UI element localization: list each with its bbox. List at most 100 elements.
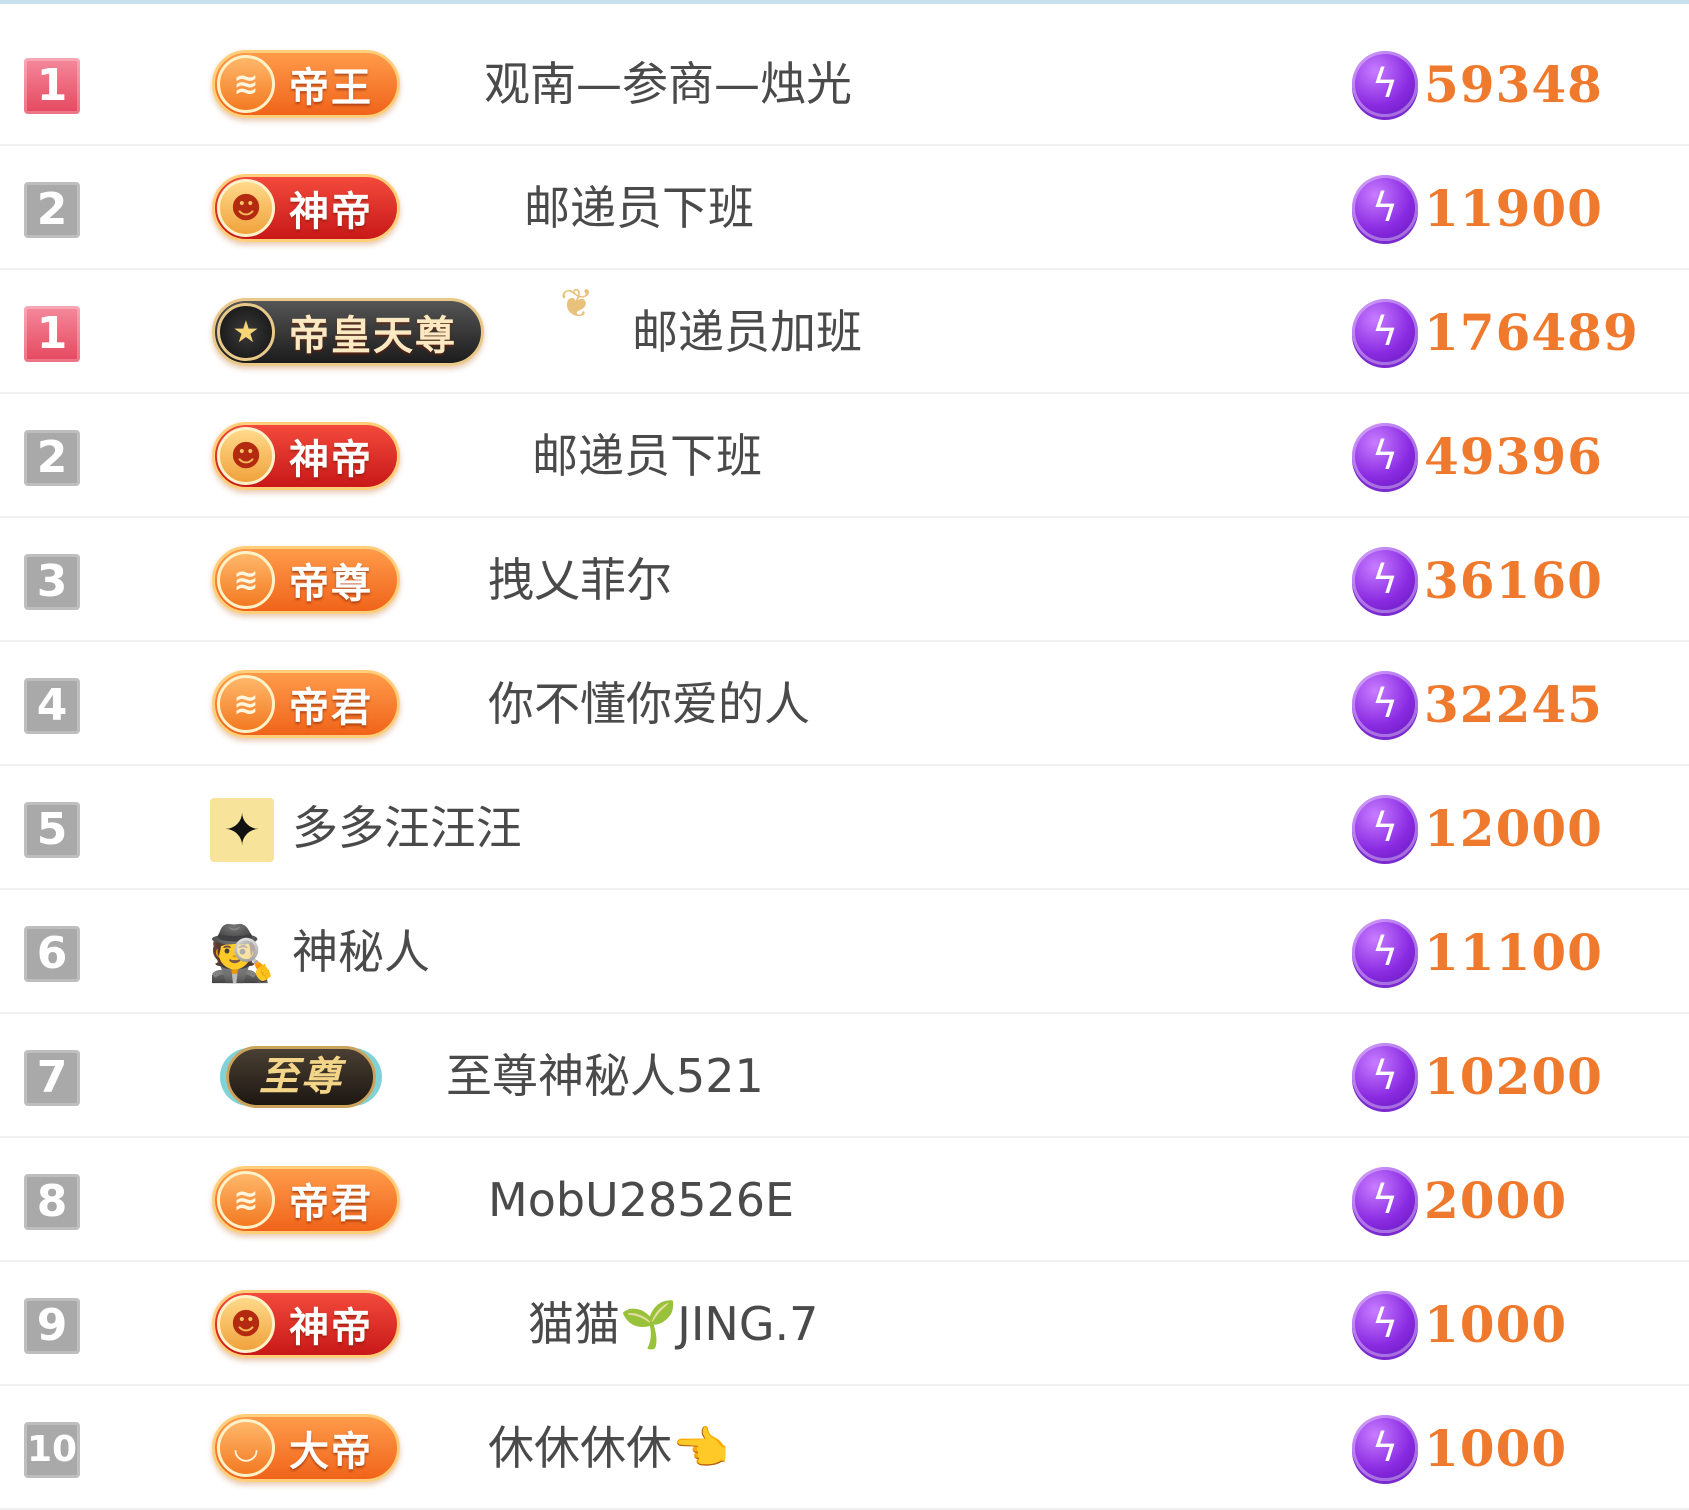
badge-label: 帝尊 — [289, 561, 373, 607]
rank-number: 3 — [24, 554, 80, 610]
ranking-row[interactable]: 2 ☻ 神帝 邮递员下班 ϟ 11900 — [0, 146, 1689, 270]
ranking-row[interactable]: 5 ✦ 多多汪汪汪 ϟ 12000 — [0, 766, 1689, 890]
level-badge: ☻ 神帝 — [212, 174, 400, 242]
contribution-score: 1000 — [1424, 1294, 1568, 1354]
contribution-score: 2000 — [1424, 1170, 1568, 1230]
contribution-score: 36160 — [1424, 550, 1603, 610]
score-group: ϟ 11900 — [1352, 146, 1603, 270]
lightning-bolt-icon: ϟ — [1352, 1167, 1418, 1233]
user-avatar-icon[interactable]: 🕵 — [208, 922, 275, 986]
level-badge: ≋ 帝王 — [212, 50, 400, 118]
rank-number: 2 — [24, 182, 80, 238]
level-badge: ☻ 神帝 — [212, 1290, 400, 1358]
ranking-row[interactable]: 1 ≋ 帝王 观南—参商—烛光 ϟ 59348 — [0, 22, 1689, 146]
user-name[interactable]: 至尊神秘人521 — [446, 1014, 764, 1138]
score-group: ϟ 10200 — [1352, 1014, 1603, 1138]
badge-emblem-icon: ☻ — [217, 1295, 275, 1353]
rank-number: 4 — [24, 678, 80, 734]
lightning-bolt-icon: ϟ — [1352, 175, 1418, 241]
badge-label: 帝王 — [289, 65, 373, 111]
badge-label: 神帝 — [289, 1305, 373, 1351]
score-group: ϟ 176489 — [1352, 270, 1639, 394]
level-badge: ≋ 帝君 — [212, 1166, 400, 1234]
user-name[interactable]: 邮递员加班 — [632, 270, 862, 394]
rank-number: 8 — [24, 1174, 80, 1230]
lightning-bolt-icon: ϟ — [1352, 1415, 1418, 1481]
badge-emblem-icon: ≋ — [217, 1171, 275, 1229]
lightning-bolt-icon: ϟ — [1352, 423, 1418, 489]
level-badge: ☻ 神帝 — [212, 422, 400, 490]
user-name[interactable]: 你不懂你爱的人 — [488, 642, 810, 766]
contribution-score: 12000 — [1424, 798, 1603, 858]
ranking-list: 1 ≋ 帝王 观南—参商—烛光 ϟ 59348 2 ☻ 神帝 邮递员下班 ϟ 11900 1 ★ 帝皇天尊 ❦… — [0, 22, 1689, 1510]
badge-emblem-icon: ◡ — [217, 1419, 275, 1477]
rank-number: 2 — [24, 430, 80, 486]
lightning-bolt-icon: ϟ — [1352, 1043, 1418, 1109]
badge-label: 大帝 — [289, 1429, 373, 1475]
contribution-score: 32245 — [1424, 674, 1603, 734]
user-name[interactable]: 邮递员下班 — [532, 394, 762, 518]
top-border — [0, 0, 1689, 4]
user-name[interactable]: 猫猫🌱JING.7 — [528, 1262, 818, 1386]
ranking-row[interactable]: 8 ≋ 帝君 MobU28526E ϟ 2000 — [0, 1138, 1689, 1262]
contribution-score: 176489 — [1424, 302, 1639, 362]
level-badge: ◡ 大帝 — [212, 1414, 400, 1482]
lightning-bolt-icon: ϟ — [1352, 1291, 1418, 1357]
rank-number: 9 — [24, 1298, 80, 1354]
ranking-row[interactable]: 4 ≋ 帝君 你不懂你爱的人 ϟ 32245 — [0, 642, 1689, 766]
ranking-row[interactable]: 6 🕵 神秘人 ϟ 11100 — [0, 890, 1689, 1014]
score-group: ϟ 1000 — [1352, 1386, 1567, 1510]
badge-emblem-icon: ≋ — [217, 551, 275, 609]
score-group: ϟ 59348 — [1352, 22, 1603, 146]
ranking-row[interactable]: 1 ★ 帝皇天尊 ❦ 邮递员加班 ϟ 176489 — [0, 270, 1689, 394]
badge-label: 神帝 — [289, 437, 373, 483]
badge-label: 神帝 — [289, 189, 373, 235]
contribution-score: 10200 — [1424, 1046, 1603, 1106]
badge-emblem-icon: ☻ — [217, 427, 275, 485]
badge-label: 帝皇天尊 — [289, 313, 457, 359]
lightning-bolt-icon: ϟ — [1352, 795, 1418, 861]
contribution-score: 59348 — [1424, 54, 1603, 114]
user-name[interactable]: 拽乂菲尔 — [488, 518, 672, 642]
score-group: ϟ 1000 — [1352, 1262, 1567, 1386]
lightning-bolt-icon: ϟ — [1352, 299, 1418, 365]
contribution-score: 1000 — [1424, 1418, 1568, 1478]
ranking-row[interactable]: 3 ≋ 帝尊 拽乂菲尔 ϟ 36160 — [0, 518, 1689, 642]
supreme-badge: 至尊 — [226, 1046, 376, 1108]
badge-emblem-icon: ≋ — [217, 675, 275, 733]
laurel-wing-icon: ❦ — [560, 281, 594, 327]
ranking-row[interactable]: 10 ◡ 大帝 休休休休👈 ϟ 1000 — [0, 1386, 1689, 1510]
badge-emblem-icon: ☻ — [217, 179, 275, 237]
ranking-row[interactable]: 2 ☻ 神帝 邮递员下班 ϟ 49396 — [0, 394, 1689, 518]
rank-number: 6 — [24, 926, 80, 982]
rank-number: 1 — [24, 58, 80, 114]
score-group: ϟ 2000 — [1352, 1138, 1567, 1262]
score-group: ϟ 49396 — [1352, 394, 1603, 518]
badge-label: 帝君 — [289, 1181, 373, 1227]
lightning-bolt-icon: ϟ — [1352, 547, 1418, 613]
score-group: ϟ 12000 — [1352, 766, 1603, 890]
user-name[interactable]: 休休休休👈 — [488, 1386, 729, 1510]
lightning-bolt-icon: ϟ — [1352, 51, 1418, 117]
score-group: ϟ 32245 — [1352, 642, 1603, 766]
ranking-row[interactable]: 7 至尊 至尊神秘人521 ϟ 10200 — [0, 1014, 1689, 1138]
user-avatar-icon[interactable]: ✦ — [210, 798, 274, 862]
level-badge: ≋ 帝君 — [212, 670, 400, 738]
rank-number: 1 — [24, 306, 80, 362]
user-name[interactable]: MobU28526E — [488, 1138, 794, 1262]
ranking-row[interactable]: 9 ☻ 神帝 猫猫🌱JING.7 ϟ 1000 — [0, 1262, 1689, 1386]
user-name[interactable]: 神秘人 — [292, 890, 430, 1014]
user-name[interactable]: 邮递员下班 — [524, 146, 754, 270]
badge-emblem-icon: ≋ — [217, 55, 275, 113]
badge-emblem-icon: ★ — [217, 303, 275, 361]
contribution-score: 11900 — [1424, 178, 1603, 238]
contribution-score: 49396 — [1424, 426, 1603, 486]
user-name[interactable]: 观南—参商—烛光 — [484, 22, 852, 146]
score-group: ϟ 11100 — [1352, 890, 1603, 1014]
level-badge: ★ 帝皇天尊 — [212, 298, 484, 366]
lightning-bolt-icon: ϟ — [1352, 919, 1418, 985]
lightning-bolt-icon: ϟ — [1352, 671, 1418, 737]
rank-number: 10 — [24, 1422, 80, 1478]
contribution-score: 11100 — [1424, 922, 1603, 982]
user-name[interactable]: 多多汪汪汪 — [292, 766, 522, 890]
